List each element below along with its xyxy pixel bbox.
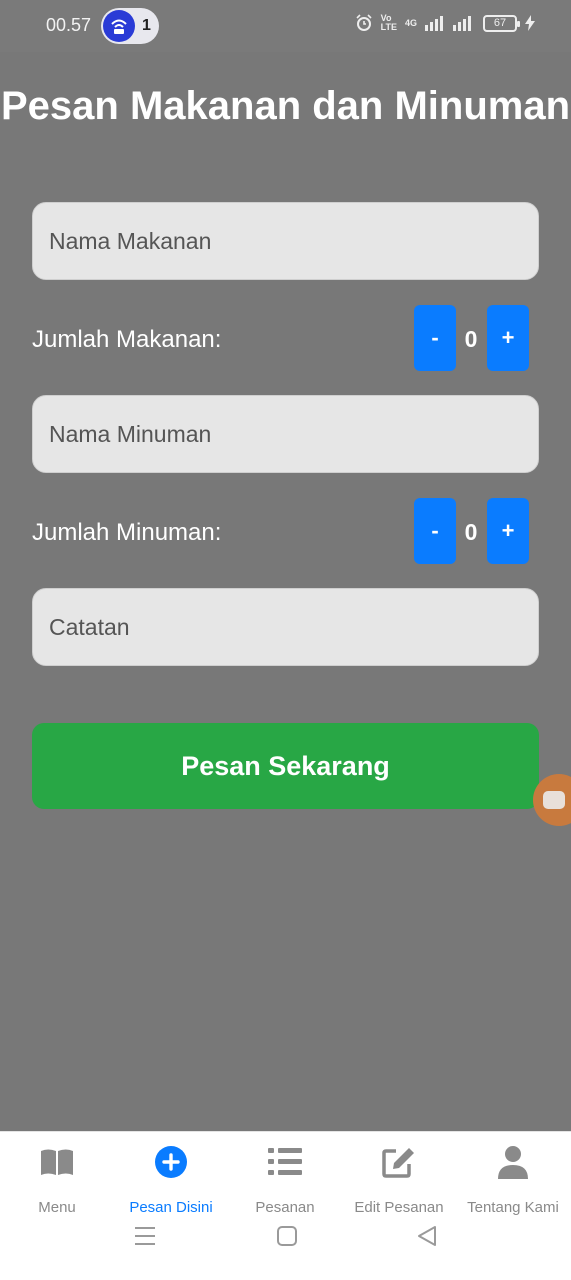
signal-icon [425, 16, 443, 31]
user-icon [497, 1144, 529, 1180]
network-gen: 4G [404, 17, 417, 28]
nav-item-pesan-disini[interactable]: Pesan Disini [114, 1144, 228, 1224]
nav-item-edit-pesanan[interactable]: Edit Pesanan [342, 1144, 456, 1224]
list-icon [268, 1144, 302, 1180]
notification-pill[interactable]: 1 [101, 8, 159, 44]
page-title: Pesan Makanan dan Minuman [0, 84, 571, 128]
status-time: 00.57 [46, 15, 92, 35]
drink-increment-button[interactable]: + [487, 498, 529, 564]
notification-count: 1 [142, 17, 151, 34]
drink-qty-label: Jumlah Minuman: [32, 519, 222, 546]
signal-icon-2 [453, 16, 471, 31]
food-name-input[interactable]: Nama Makanan [32, 202, 539, 280]
notes-input[interactable]: Catatan [32, 588, 539, 666]
drink-name-input[interactable]: Nama Minuman [32, 395, 539, 473]
nav-item-menu[interactable]: Menu [0, 1144, 114, 1224]
home-icon[interactable] [276, 1225, 298, 1247]
drink-qty-value: 0 [464, 519, 478, 545]
status-bar: 00.57 1 Vo LTE 4G 67 [0, 0, 571, 52]
nav-item-pesanan[interactable]: Pesanan [228, 1144, 342, 1224]
edit-icon [382, 1144, 416, 1180]
book-icon [40, 1144, 74, 1180]
status-icons: Vo LTE 4G 67 [355, 14, 535, 32]
food-qty-label: Jumlah Makanan: [32, 326, 222, 353]
back-icon[interactable] [416, 1225, 438, 1247]
system-nav-bar [0, 1225, 571, 1265]
battery-indicator: 67 [483, 14, 520, 32]
recent-apps-icon[interactable] [134, 1225, 156, 1247]
video-icon [543, 791, 565, 809]
alarm-icon [356, 14, 372, 31]
drink-decrement-button[interactable]: - [414, 498, 456, 564]
food-decrement-button[interactable]: - [414, 305, 456, 371]
hotspot-icon [103, 10, 135, 42]
order-now-button[interactable]: Pesan Sekarang [32, 723, 539, 809]
food-increment-button[interactable]: + [487, 305, 529, 371]
food-qty-value: 0 [464, 326, 478, 352]
volte-indicator: Vo LTE [380, 13, 397, 32]
nav-item-tentang-kami[interactable]: Tentang Kami [456, 1144, 570, 1224]
plus-circle-icon [154, 1144, 188, 1180]
floating-chat-bubble[interactable] [533, 774, 571, 826]
charging-icon [525, 15, 535, 31]
